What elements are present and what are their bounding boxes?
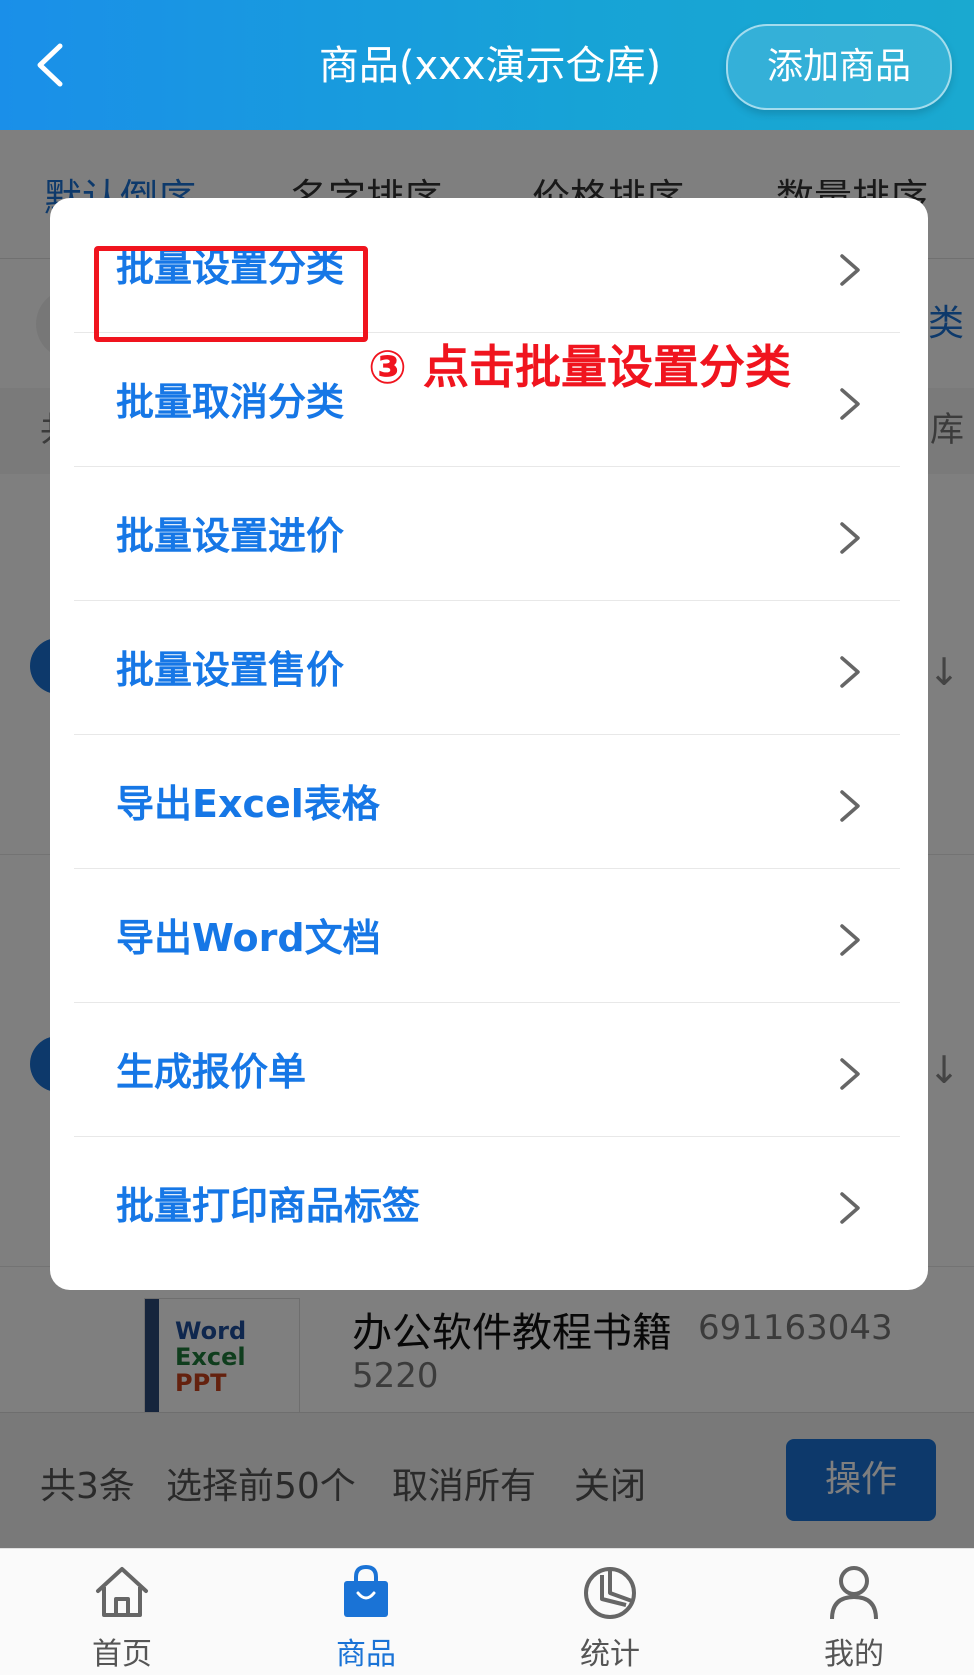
menu-item-generate-quote[interactable]: 生成报价单: [74, 1002, 900, 1137]
chevron-right-icon: [840, 1192, 860, 1224]
menu-item-batch-set-price[interactable]: 批量设置售价: [74, 600, 900, 735]
tab-statistics[interactable]: 统计: [488, 1549, 732, 1675]
menu-item-label: 导出Word文档: [116, 916, 381, 960]
menu-item-label: 批量打印商品标签: [116, 1184, 421, 1228]
tab-home[interactable]: 首页: [0, 1549, 244, 1675]
chevron-right-icon: [840, 790, 860, 822]
menu-item-export-word[interactable]: 导出Word文档: [74, 868, 900, 1003]
chevron-right-icon: [840, 254, 860, 286]
back-button[interactable]: [28, 40, 72, 90]
chevron-left-icon: [37, 43, 63, 87]
user-icon: [830, 1566, 878, 1620]
menu-item-label: 批量取消分类: [116, 380, 345, 424]
menu-item-label: 导出Excel表格: [116, 782, 380, 826]
add-product-button[interactable]: 添加商品: [726, 24, 952, 110]
annotation-highlight-box: [94, 246, 368, 342]
shopping-bag-icon: [344, 1564, 388, 1617]
tab-mine[interactable]: 我的: [732, 1549, 974, 1675]
chevron-right-icon: [840, 656, 860, 688]
chevron-right-icon: [840, 924, 860, 956]
home-icon: [96, 1567, 148, 1617]
menu-item-batch-print-labels[interactable]: 批量打印商品标签: [74, 1136, 900, 1270]
annotation-text: ③ 点击批量设置分类: [368, 340, 791, 394]
menu-item-label: 生成报价单: [116, 1050, 307, 1094]
tab-label: 首页: [92, 1637, 152, 1672]
bottom-tab-bar: 首页 商品 统计 我的: [0, 1548, 974, 1675]
tab-label: 商品: [336, 1637, 396, 1672]
menu-item-label: 批量设置售价: [116, 648, 345, 692]
menu-item-batch-set-cost[interactable]: 批量设置进价: [74, 466, 900, 601]
chevron-right-icon: [840, 522, 860, 554]
tab-products[interactable]: 商品: [244, 1549, 488, 1675]
menu-item-label: 批量设置进价: [116, 514, 345, 558]
page-title: 商品(xxx演示仓库): [318, 43, 662, 89]
menu-item-export-excel[interactable]: 导出Excel表格: [74, 734, 900, 869]
chevron-right-icon: [840, 1058, 860, 1090]
tab-label: 统计: [580, 1637, 640, 1672]
app-header: 商品(xxx演示仓库) 添加商品: [0, 0, 974, 130]
tab-label: 我的: [824, 1637, 884, 1672]
chevron-right-icon: [840, 388, 860, 420]
pie-chart-icon: [584, 1567, 636, 1619]
